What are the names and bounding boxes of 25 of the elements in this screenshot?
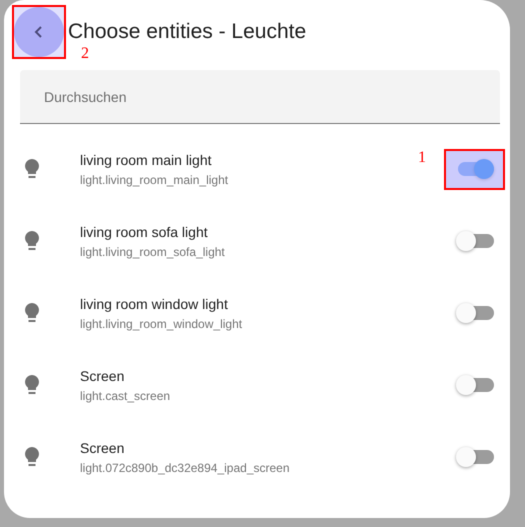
lightbulb-icon [24,374,40,396]
toggle-switch[interactable] [456,159,494,179]
lightbulb-icon [24,230,40,252]
entity-name: Screen [80,440,124,456]
annotation-number: 2 [81,45,89,63]
toggle-switch[interactable] [456,375,494,395]
toggle-switch[interactable] [456,231,494,251]
lightbulb-icon [24,158,40,180]
lightbulb-icon [24,302,40,324]
entity-id: light.072c890b_dc32e894_ipad_screen [80,460,290,474]
entity-name: Screen [80,368,124,384]
entity-name: living room sofa light [80,224,208,240]
entity-id: light.cast_screen [80,388,170,402]
toggle-switch[interactable] [456,303,494,323]
dialog-title: Choose entities - Leuchte [68,20,306,44]
highlight-box [444,148,505,190]
entity-id: light.living_room_sofa_light [80,244,225,258]
annotation-number: 1 [418,149,426,167]
toggle-switch[interactable] [456,447,494,467]
search-field[interactable]: Durchsuchen [20,70,500,124]
entity-id: light.living_room_main_light [80,172,228,186]
lightbulb-icon [24,446,40,468]
entity-name: living room window light [80,296,228,312]
entity-name: living room main light [80,152,212,168]
entity-id: light.living_room_window_light [80,316,242,330]
